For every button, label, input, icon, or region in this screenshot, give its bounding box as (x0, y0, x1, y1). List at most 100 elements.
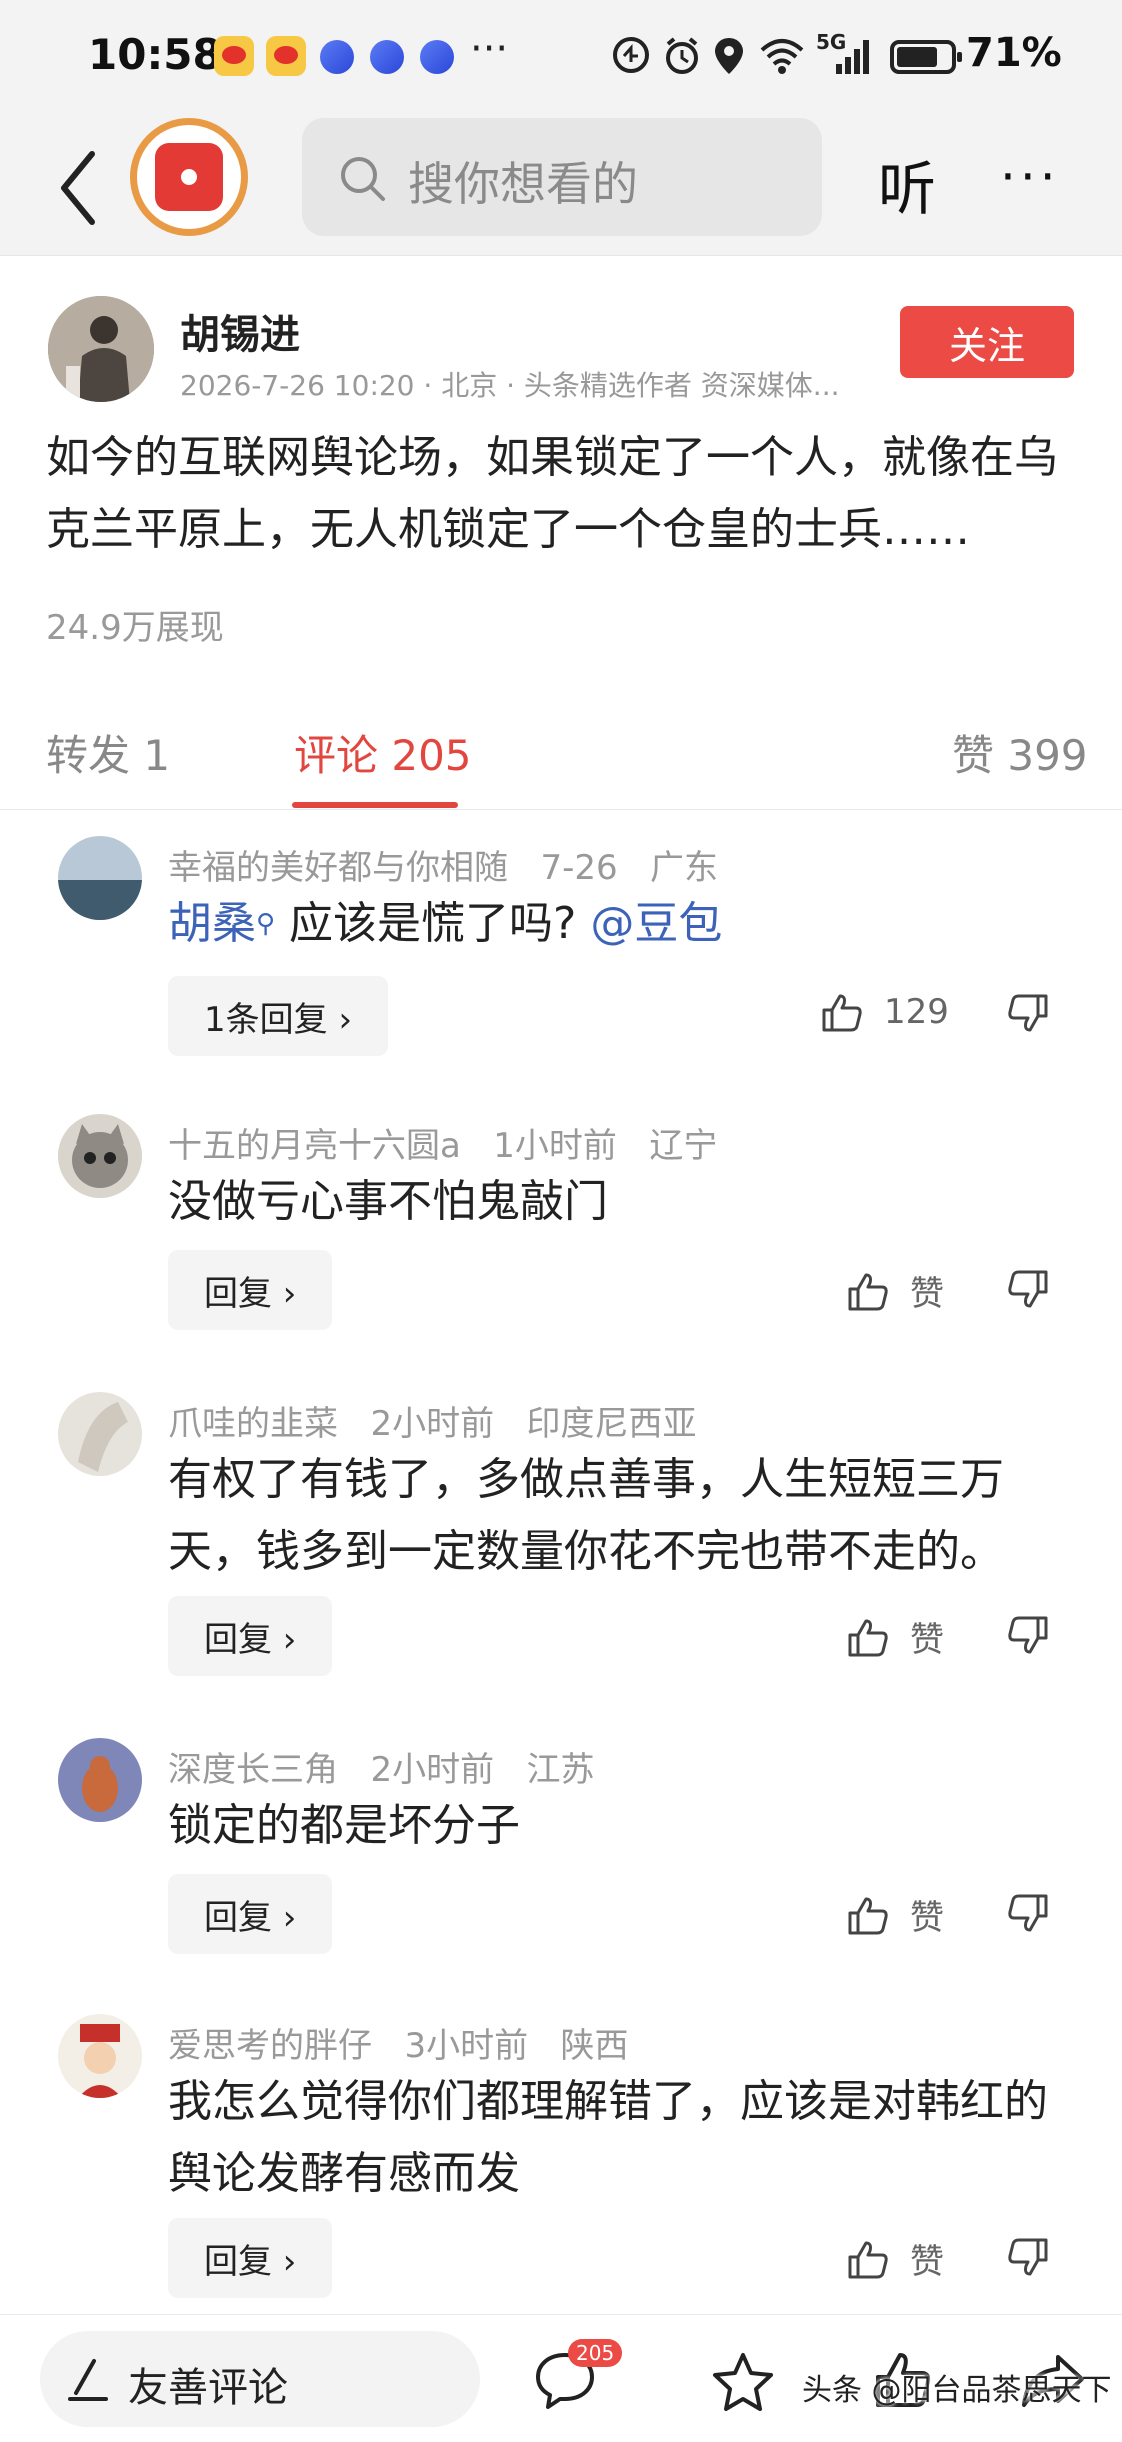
reply-button[interactable]: 回复 › (168, 2218, 333, 2298)
view-replies-button[interactable]: 1条回复 › (168, 976, 389, 1056)
commenter-avatar-image (58, 836, 142, 920)
thumbs-up-icon (848, 1619, 888, 1656)
mention-link[interactable]: @豆包 (590, 898, 722, 949)
like-button[interactable]: 赞 (846, 2234, 944, 2283)
pencil-icon (68, 2359, 108, 2401)
like-button[interactable]: 赞 (846, 1612, 944, 1661)
like-label: 赞 (910, 1274, 944, 1314)
comment-time: 2小时前 (370, 1750, 495, 1790)
weibo-notification-icon (266, 36, 306, 76)
status-time: 10:58 (88, 30, 222, 79)
alarm-icon (666, 37, 698, 74)
thumbs-up-icon (822, 994, 862, 1032)
commenter-avatar[interactable] (58, 1738, 142, 1822)
comment-meta: 爱思考的胖仔 3小时前 陕西 (168, 2018, 629, 2067)
like-button[interactable]: 赞 (846, 1890, 944, 1939)
comment-time: 3小时前 (404, 2026, 529, 2066)
commenter-name[interactable]: 幸福的美好都与你相随 (168, 848, 508, 888)
tab-comments[interactable]: 评论 205 (294, 722, 472, 783)
comment-text: 胡桑⚲ 应该是慌了吗? @豆包 (168, 888, 1068, 960)
comment-region: 印度尼西亚 (526, 1404, 697, 1444)
thumbs-down-icon[interactable] (1006, 2236, 1050, 2280)
author-avatar[interactable] (48, 296, 154, 402)
comment-region: 陕西 (560, 2026, 629, 2066)
reply-button[interactable]: 回复 › (168, 1596, 333, 1676)
commenter-avatar[interactable] (58, 2014, 142, 2098)
like-button[interactable]: 129 (820, 990, 949, 1034)
comment-text-body: 应该是慌了吗? (275, 898, 591, 949)
post-views: 24.9万展现 (46, 608, 224, 648)
like-count: 129 (884, 992, 949, 1032)
like-label: 赞 (910, 1898, 944, 1938)
search-icon (341, 157, 385, 201)
active-tab-indicator (292, 802, 458, 808)
author-avatar-image (48, 296, 154, 402)
app-notification-icon (420, 40, 454, 74)
like-button[interactable]: 赞 (846, 1266, 944, 1315)
commenter-avatar[interactable] (58, 1392, 142, 1476)
like-label: 赞 (910, 1620, 944, 1660)
thumbs-down-icon[interactable] (1006, 1268, 1050, 1312)
comment-input-placeholder: 友善评论 (128, 2365, 288, 2411)
favorite-star-icon[interactable] (710, 2351, 776, 2413)
commenter-name[interactable]: 深度长三角 (168, 1750, 338, 1790)
comment-region: 广东 (650, 848, 719, 888)
comment-time: 2小时前 (370, 1404, 495, 1444)
commenter-avatar-image (58, 2014, 142, 2098)
search-icon[interactable]: ⚲ (256, 909, 275, 939)
author-name[interactable]: 胡锡进 (180, 302, 300, 360)
thumbs-down-icon[interactable] (1006, 1614, 1050, 1658)
post-meta: 2026-7-26 10:20 · 北京 · 头条精选作者 资深媒体... (180, 369, 840, 402)
tab-repost[interactable]: 转发 1 (46, 722, 170, 783)
thumbs-up-icon (848, 2241, 888, 2278)
commenter-name[interactable]: 十五的月亮十六圆a (168, 1126, 461, 1166)
tab-likes[interactable]: 赞 399 (952, 722, 1088, 783)
bottom-action-bar: 友善评论 205 头条 @阳台品茶思天下 (0, 2314, 1122, 2442)
thumbs-up-icon (848, 1897, 888, 1934)
comment-count-badge: 205 (568, 2339, 623, 2367)
reply-button[interactable]: 回复 › (168, 1874, 333, 1954)
commenter-avatar[interactable] (58, 836, 142, 920)
comment-text: 没做亏心事不怕鬼敲门 (168, 1176, 608, 1227)
commenter-avatar[interactable] (58, 1114, 142, 1198)
back-icon[interactable] (50, 148, 110, 228)
watermark-text: 头条 @阳台品茶思天下 (802, 2373, 1112, 2408)
signal-icon (836, 40, 869, 74)
commenter-name[interactable]: 爱思考的胖仔 (168, 2026, 372, 2066)
location-icon (715, 38, 743, 74)
post-tabs: 转发 1 评论 205 赞 399 (0, 700, 1122, 810)
follow-button[interactable]: 关注 (900, 306, 1074, 378)
post-body[interactable]: 如今的互联网舆论场，如果锁定了一个人，就像在乌克兰平原上，无人机锁定了一个仓皇的… (46, 422, 1086, 566)
thumbs-up-icon (848, 1273, 888, 1310)
reply-button[interactable]: 回复 › (168, 1250, 333, 1330)
search-input[interactable]: 搜你想看的 (302, 118, 822, 236)
comment-input[interactable]: 友善评论 (40, 2331, 480, 2427)
commenter-avatar-image (58, 1392, 142, 1476)
comment-meta: 深度长三角 2小时前 江苏 (168, 1742, 595, 1791)
battery-percent: 71% (966, 30, 1062, 76)
thumbs-down-icon[interactable] (1006, 992, 1050, 1036)
commenter-name[interactable]: 爪哇的韭菜 (168, 1404, 338, 1444)
app-logo-icon (155, 143, 223, 211)
more-options-button[interactable]: ··· (1000, 148, 1060, 206)
data-saver-icon (613, 37, 649, 73)
listen-button[interactable]: 听 (878, 142, 936, 226)
wifi-icon (760, 39, 804, 74)
thumbs-down-icon[interactable] (1006, 1892, 1050, 1936)
app-logo-button[interactable] (130, 118, 248, 236)
mention-link[interactable]: 胡桑 (168, 898, 256, 949)
comment-meta: 爪哇的韭菜 2小时前 印度尼西亚 (168, 1396, 697, 1445)
search-placeholder: 搜你想看的 (408, 157, 638, 211)
comment-text: 有权了有钱了，多做点善事，人生短短三万天，钱多到一定数量你花不完也带不走的。 (168, 1454, 1004, 1577)
weibo-notification-icon (214, 36, 254, 76)
comment-region: 江苏 (526, 1750, 595, 1790)
top-nav-bar: 搜你想看的 听 ··· (0, 118, 1122, 256)
commenter-avatar-image (58, 1114, 142, 1198)
comment-time: 7-26 (540, 848, 618, 888)
like-label: 赞 (910, 2242, 944, 2282)
app-notification-icon (370, 40, 404, 74)
comment-meta: 十五的月亮十六圆a 1小时前 辽宁 (168, 1118, 717, 1167)
status-bar: 10:58 ··· 5G 71% (0, 0, 1122, 118)
commenter-avatar-image (58, 1738, 142, 1822)
comment-region: 辽宁 (649, 1126, 718, 1166)
